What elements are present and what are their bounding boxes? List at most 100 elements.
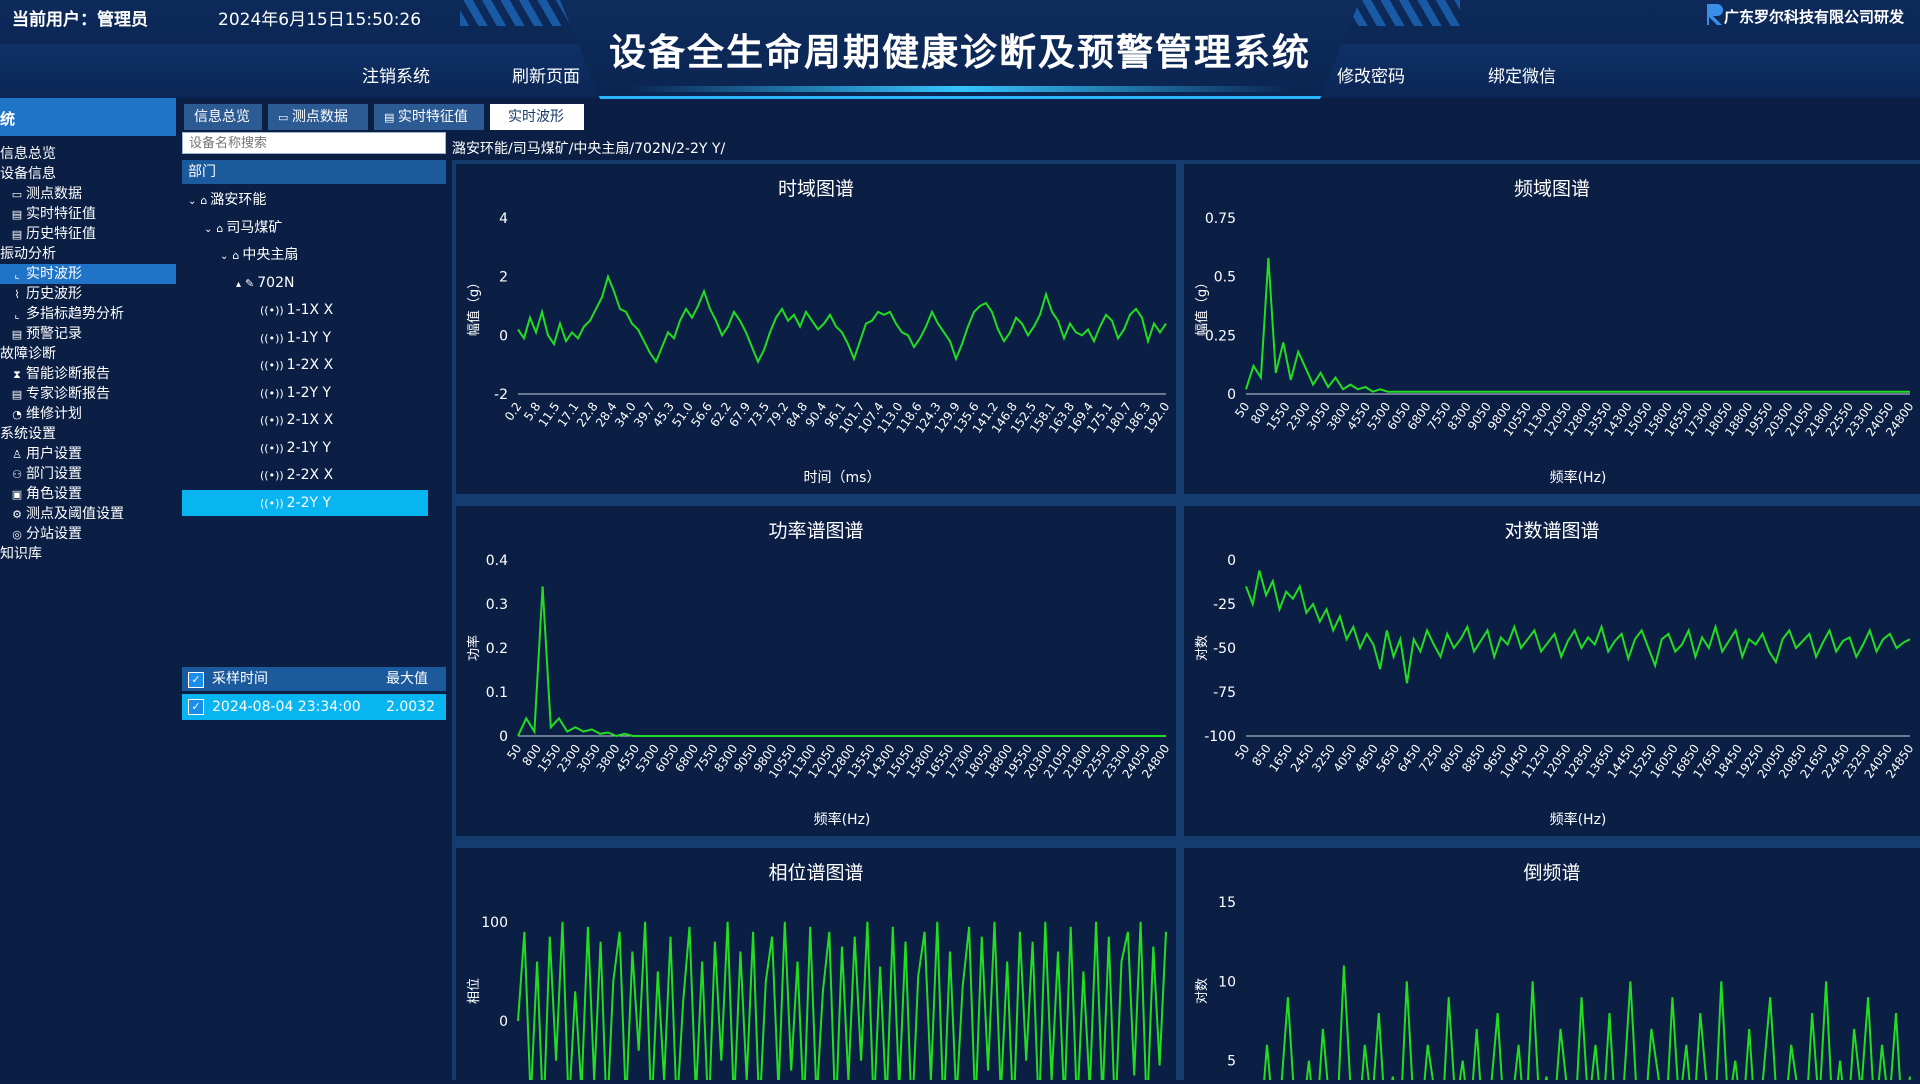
sidebar-item[interactable]: ♙ 用户设置 xyxy=(0,444,176,464)
tree-node[interactable]: ▴ ✎ 702N xyxy=(182,270,428,296)
change-password-button[interactable]: 修改密码 xyxy=(1337,62,1405,87)
sidebar-item[interactable]: ▭ 测点数据 xyxy=(0,184,176,204)
tab-bar: 信息总览✕ ▭ 测点数据✕ ▤ 实时特征值✕ 实时波形✕ xyxy=(176,98,1920,151)
y-axis-label: 幅值（g） xyxy=(466,276,482,336)
sidebar-item[interactable]: ⌞ 多指标趋势分析 xyxy=(0,304,176,324)
select-all-checkbox[interactable]: ✓ xyxy=(188,672,204,688)
tree-node[interactable]: ((•)) 2-1Y Y xyxy=(182,435,428,461)
tab-label: 实时特征值 xyxy=(397,109,468,125)
hourglass-icon: ⧗ xyxy=(13,368,21,381)
tree-node-label: 1-1X X xyxy=(286,302,334,318)
sidebar-item-label: 信息总览 xyxy=(0,146,56,162)
device-search-input[interactable] xyxy=(182,132,446,154)
chart-title: 时域图谱 xyxy=(777,178,854,200)
freq-domain-panel: 频域图谱 幅值（g） 0 0.25 0.5 0.75 50 800 1550 2300 3050 3… xyxy=(1184,164,1920,494)
sidebar-item-label: 维修计划 xyxy=(26,406,82,422)
chart-title: 频域图谱 xyxy=(1513,178,1590,200)
y-tick-label: 0 xyxy=(1227,387,1236,403)
sidebar-item[interactable]: ⚙ 测点及阈值设置 xyxy=(0,504,176,524)
building-icon: ⌂ xyxy=(216,221,224,235)
tree-node[interactable]: ((•)) 2-2X X xyxy=(182,462,428,488)
x-axis-label: 频率(Hz) xyxy=(1550,469,1607,486)
sidebar-item[interactable]: ⧗ 智能诊断报告 xyxy=(0,364,176,384)
x-tick-label: 0.2 xyxy=(502,400,524,424)
sidebar-item-label: 用户设置 xyxy=(26,446,82,462)
sidebar-item-label: 角色设置 xyxy=(26,486,82,502)
app-title: 设备全生命周期健康诊断及预警管理系统 xyxy=(609,30,1311,74)
chart-icon: ⌞ xyxy=(14,268,20,281)
tree-node[interactable]: ((•)) 2-1X X xyxy=(182,407,428,433)
sidebar-item[interactable]: 系统设置 xyxy=(0,424,176,444)
tree-node[interactable]: ((•)) 1-1Y Y xyxy=(182,325,428,351)
tree-node[interactable]: ((•)) 1-2X X xyxy=(182,352,428,378)
sensor-icon: ((•)) xyxy=(260,441,284,455)
sidebar-item[interactable]: ⚇ 部门设置 xyxy=(0,464,176,484)
y-axis-label: 对数 xyxy=(1195,978,1210,1004)
y-tick-label: 5 xyxy=(1227,1054,1236,1070)
bind-wechat-button[interactable]: 绑定微信 xyxy=(1488,62,1556,87)
sidebar-item[interactable]: 设备信息 xyxy=(0,164,176,184)
sidebar-item[interactable]: ▣ 角色设置 xyxy=(0,484,176,504)
y-axis-label: 对数 xyxy=(1195,635,1210,661)
x-axis-label: 频率(Hz) xyxy=(814,811,871,828)
sidebar-item[interactable]: 振动分析 xyxy=(0,244,176,264)
company-label: 广东罗尔科技有限公司研发 xyxy=(1723,8,1904,26)
sidebar-item-label: 测点及阈值设置 xyxy=(26,506,124,522)
y-tick-label: -100 xyxy=(1204,729,1236,745)
tree-node[interactable]: ⌄ ⌂ 中央主扇 xyxy=(182,242,428,268)
tree-node[interactable]: ((•)) 1-2Y Y xyxy=(182,380,428,406)
tab-point-data[interactable]: ▭ 测点数据✕ xyxy=(268,104,368,151)
tree-node[interactable]: ((•)) 1-1X X xyxy=(182,297,428,323)
y-tick-label: 0.3 xyxy=(486,597,508,613)
expand-toggle-icon[interactable]: ⌄ xyxy=(188,196,196,207)
document-icon: ▤ xyxy=(11,208,23,221)
tab-label: 实时波形 xyxy=(508,109,564,125)
tree-node[interactable]: ⌄ ⌂ 司马煤矿 xyxy=(182,215,428,241)
sensor-icon: ((•)) xyxy=(260,331,284,345)
y-tick-label: -25 xyxy=(1213,597,1236,613)
sidebar-item[interactable]: ◎ 分站设置 xyxy=(0,524,176,544)
title-glow xyxy=(630,86,1290,92)
sidebar-item[interactable]: ▤ 历史特征值 xyxy=(0,224,176,244)
tree-node-label: 2-2X X xyxy=(286,467,334,483)
row-checkbox[interactable]: ✓ xyxy=(188,699,204,715)
current-datetime: 2024年6月15日15:50:26 xyxy=(218,10,422,30)
table-row[interactable]: ✓ 2024-08-04 23:34:00 2.0032 xyxy=(182,694,446,720)
y-tick-label: 100 xyxy=(481,915,508,931)
freq-domain-chart: 幅值（g）00.250.50.7550800155023003050380045… xyxy=(1194,211,1916,486)
tab-info-overview[interactable]: 信息总览✕ xyxy=(184,104,262,150)
building-icon: ⌂ xyxy=(200,194,208,207)
series-line xyxy=(1245,257,1910,393)
y-tick-label: 0 xyxy=(499,1014,508,1030)
tree-node-label: 1-2Y Y xyxy=(286,384,332,401)
sidebar-item[interactable]: ◔ 维修计划 xyxy=(0,404,176,424)
expand-toggle-icon[interactable]: ▴ xyxy=(236,279,241,290)
document-icon: ▤ xyxy=(11,388,23,401)
expand-toggle-icon[interactable]: ⌄ xyxy=(220,251,228,262)
expand-toggle-icon[interactable]: ⌄ xyxy=(204,224,212,235)
sidebar-item[interactable]: 信息总览 xyxy=(0,144,176,164)
sidebar-item[interactable]: ▤ 预警记录 xyxy=(0,324,176,344)
sensor-icon: ((•)) xyxy=(260,359,284,372)
logout-button[interactable]: 注销系统 xyxy=(362,62,430,87)
sidebar-item-label: 设备信息 xyxy=(0,166,56,182)
y-tick-label: 0 xyxy=(499,729,508,745)
tree-node-label: 1-1Y Y xyxy=(286,329,332,346)
tree-node[interactable]: ⌄ ⌂ 潞安环能 xyxy=(182,187,428,213)
sidebar-item[interactable]: ⌞ 实时波形 xyxy=(0,264,176,284)
y-tick-label: 0.2 xyxy=(486,641,508,657)
sidebar-item[interactable]: 知识库 xyxy=(0,544,176,564)
location-icon: ◎ xyxy=(12,528,22,541)
tab-realtime-features[interactable]: ▤ 实时特征值✕ xyxy=(374,104,484,151)
tree-node[interactable]: ((•)) 2-2Y Y xyxy=(182,489,428,516)
sidebar-item[interactable]: ▤ 实时特征值 xyxy=(0,204,176,224)
refresh-page-button[interactable]: 刷新页面 xyxy=(512,62,580,87)
series-line xyxy=(517,586,1166,738)
tab-realtime-waveform[interactable]: 实时波形✕ xyxy=(490,104,584,150)
sidebar-item[interactable]: ▤ 专家诊断报告 xyxy=(0,384,176,404)
role-icon: ▣ xyxy=(11,488,23,501)
y-tick-label: 10 xyxy=(1218,974,1236,990)
sidebar-item[interactable]: ⌇ 历史波形 xyxy=(0,284,176,304)
sidebar-item[interactable]: 故障诊断 xyxy=(0,344,176,364)
sidebar-item-label: 系统设置 xyxy=(0,426,56,442)
